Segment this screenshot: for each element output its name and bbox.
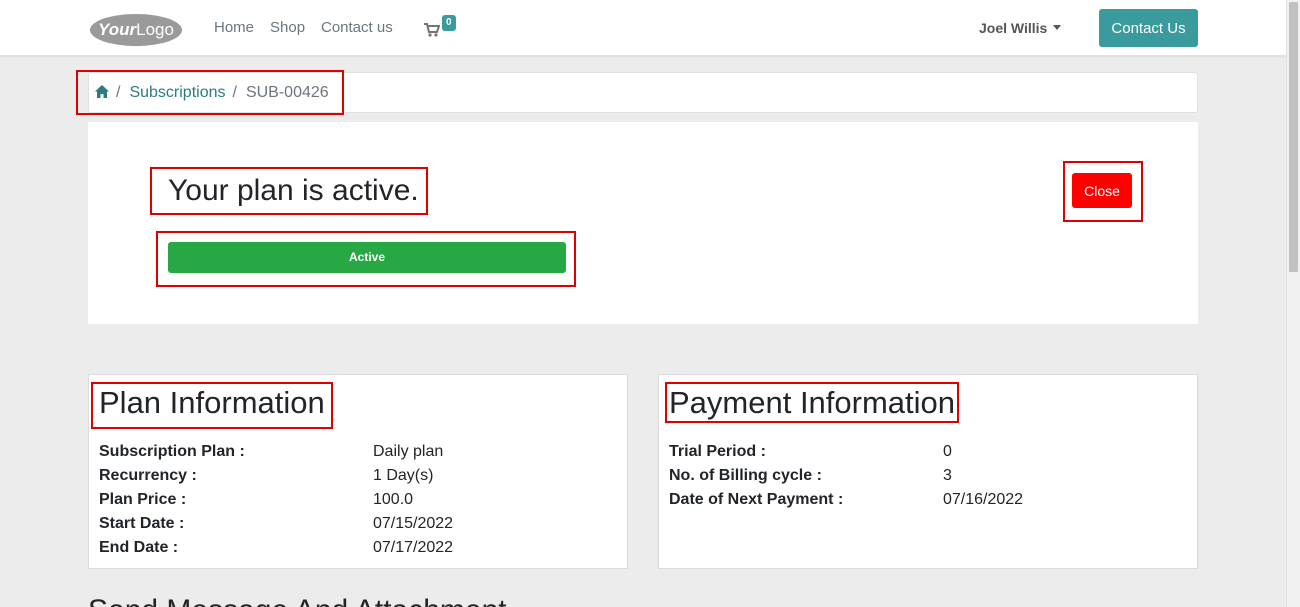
info-label: Subscription Plan : [99,443,245,460]
breadcrumb-separator: / [232,84,237,101]
breadcrumb-current: SUB-00426 [245,84,329,101]
info-value: 100.0 [373,491,414,508]
info-value: 07/16/2022 [943,491,1024,508]
contact-us-button[interactable]: Contact Us [1099,9,1198,47]
send-message-heading: Send Message And Attachment [88,594,507,607]
info-label: Start Date : [99,515,185,532]
payment-information-card: Payment Information Trial Period : 0 No. … [658,374,1198,569]
info-label: End Date : [99,539,179,556]
info-row: Recurrency : 1 Day(s) [99,466,619,490]
user-name: Joel Willis [979,20,1048,36]
plan-information-title: Plan Information [99,385,325,420]
payment-information-title: Payment Information [669,385,956,420]
shopping-cart-icon [424,23,440,37]
info-row: No. of Billing cycle : 3 [669,466,1189,490]
close-subscription-button[interactable]: Close [1072,173,1132,208]
info-label: Trial Period : [669,443,766,460]
info-label: No. of Billing cycle : [669,467,822,484]
svg-text:YourLogo: YourLogo [98,20,174,39]
info-value: 1 Day(s) [373,467,434,484]
active-status-bar: Active [168,242,566,273]
info-value: 3 [943,467,952,484]
scrollbar-thumb[interactable] [1289,2,1298,272]
breadcrumb-subscriptions-link[interactable]: Subscriptions [129,84,225,101]
info-value: Daily plan [373,443,444,460]
nav-home-link[interactable]: Home [214,19,254,36]
plan-status-card: Your plan is active. Active Close [88,122,1198,324]
info-row: Subscription Plan : Daily plan [99,442,619,466]
plan-status-title: Your plan is active. [168,174,419,207]
nav-contact-link[interactable]: Contact us [321,19,393,36]
breadcrumb: / Subscriptions / SUB-00426 [88,72,1198,113]
info-row: Start Date : 07/15/2022 [99,514,619,538]
info-value: 07/17/2022 [373,539,454,556]
info-row: Trial Period : 0 [669,442,1189,466]
top-navbar: YourLogo Home Shop Contact us 0 Joel Wil… [0,0,1286,56]
info-value: 0 [943,443,952,460]
plan-information-card: Plan Information Subscription Plan : Dail… [88,374,628,569]
caret-down-icon [1053,25,1062,30]
home-icon[interactable] [95,85,109,98]
info-label: Plan Price : [99,491,187,508]
cart-button[interactable]: 0 [424,15,460,42]
info-row: Date of Next Payment : 07/16/2022 [669,490,1189,514]
cart-count-badge: 0 [442,15,456,31]
your-logo[interactable]: YourLogo [88,12,184,48]
info-value: 07/15/2022 [373,515,454,532]
breadcrumb-separator: / [116,84,121,101]
page-scrollbar[interactable] [1286,0,1300,607]
info-row: Plan Price : 100.0 [99,490,619,514]
nav-shop-link[interactable]: Shop [270,19,305,36]
info-row: End Date : 07/17/2022 [99,538,619,562]
user-menu-dropdown[interactable]: Joel Willis [979,20,1062,36]
info-label: Date of Next Payment : [669,491,844,508]
info-label: Recurrency : [99,467,197,484]
